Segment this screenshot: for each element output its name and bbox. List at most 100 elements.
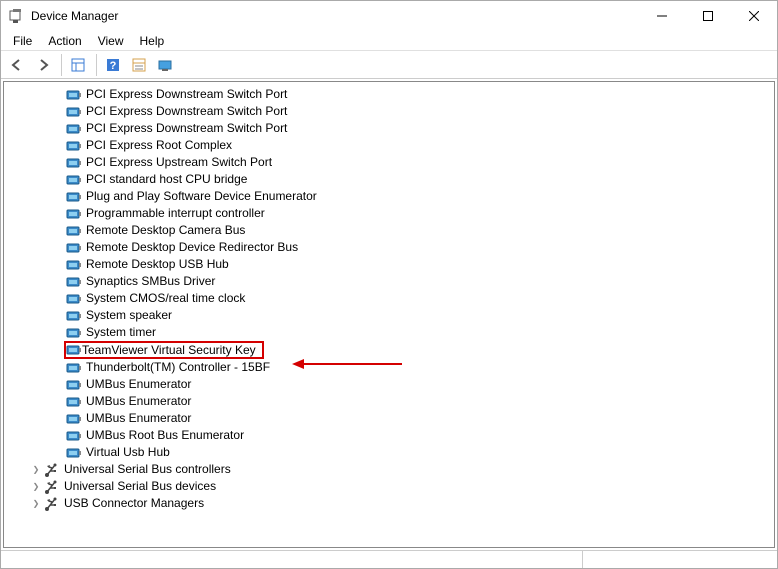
- scan-hardware-button[interactable]: [153, 53, 177, 77]
- usb-icon: [44, 479, 60, 495]
- device-icon: [66, 240, 82, 256]
- device-label: Programmable interrupt controller: [86, 205, 265, 222]
- device-row[interactable]: Remote Desktop Camera Bus: [4, 222, 774, 239]
- back-button[interactable]: [5, 53, 29, 77]
- help-button[interactable]: ?: [101, 53, 125, 77]
- statusbar: [1, 550, 777, 568]
- category-label: Universal Serial Bus controllers: [64, 461, 231, 478]
- device-label[interactable]: TeamViewer Virtual Security Key: [82, 343, 256, 357]
- device-row[interactable]: Programmable interrupt controller: [4, 205, 774, 222]
- maximize-button[interactable]: [685, 1, 731, 31]
- device-icon: [66, 155, 82, 171]
- device-icon: [66, 377, 82, 393]
- device-row[interactable]: PCI Express Downstream Switch Port: [4, 103, 774, 120]
- device-icon: [66, 308, 82, 324]
- device-label: PCI Express Downstream Switch Port: [86, 86, 287, 103]
- device-row[interactable]: PCI Express Downstream Switch Port: [4, 120, 774, 137]
- annotation-arrow: [292, 357, 402, 371]
- expand-icon[interactable]: ❯: [30, 461, 42, 478]
- device-icon: [66, 189, 82, 205]
- menu-help[interactable]: Help: [132, 32, 173, 50]
- menu-view[interactable]: View: [90, 32, 132, 50]
- usb-icon: [44, 496, 60, 512]
- device-label: Synaptics SMBus Driver: [86, 273, 215, 290]
- device-tree[interactable]: PCI Express Downstream Switch PortPCI Ex…: [3, 81, 775, 548]
- device-icon: [66, 87, 82, 103]
- device-icon: [66, 206, 82, 222]
- usb-icon: [44, 462, 60, 478]
- menu-action[interactable]: Action: [40, 32, 89, 50]
- device-label: Remote Desktop Device Redirector Bus: [86, 239, 298, 256]
- device-icon: [66, 291, 82, 307]
- toolbar: ?: [1, 51, 777, 79]
- expand-icon[interactable]: ❯: [30, 495, 42, 512]
- forward-button[interactable]: [31, 53, 55, 77]
- device-icon: [66, 138, 82, 154]
- device-row[interactable]: Synaptics SMBus Driver: [4, 273, 774, 290]
- device-icon: [66, 360, 82, 376]
- device-icon: [66, 223, 82, 239]
- app-icon: [9, 8, 25, 24]
- device-row[interactable]: UMBus Root Bus Enumerator: [4, 427, 774, 444]
- device-row[interactable]: UMBus Enumerator: [4, 410, 774, 427]
- category-row[interactable]: ❯ Universal Serial Bus devices: [4, 478, 774, 495]
- device-row[interactable]: System speaker: [4, 307, 774, 324]
- device-label: System timer: [86, 324, 156, 341]
- device-label: PCI Express Root Complex: [86, 137, 232, 154]
- device-row[interactable]: PCI standard host CPU bridge: [4, 171, 774, 188]
- properties-button[interactable]: [127, 53, 151, 77]
- device-row[interactable]: UMBus Enumerator: [4, 393, 774, 410]
- device-icon: [66, 342, 82, 358]
- device-icon: [66, 428, 82, 444]
- window-title: Device Manager: [31, 9, 639, 23]
- device-row[interactable]: Plug and Play Software Device Enumerator: [4, 188, 774, 205]
- device-icon: [66, 274, 82, 290]
- category-row[interactable]: ❯ Universal Serial Bus controllers: [4, 461, 774, 478]
- device-label: UMBus Enumerator: [86, 393, 191, 410]
- device-row[interactable]: System timer: [4, 324, 774, 341]
- toolbar-separator: [61, 54, 62, 76]
- show-hide-button[interactable]: [66, 53, 90, 77]
- titlebar: Device Manager: [1, 1, 777, 31]
- device-icon: [66, 325, 82, 341]
- minimize-button[interactable]: [639, 1, 685, 31]
- window-buttons: [639, 1, 777, 31]
- device-icon: [66, 445, 82, 461]
- menu-file[interactable]: File: [5, 32, 40, 50]
- device-row[interactable]: PCI Express Root Complex: [4, 137, 774, 154]
- device-label: PCI standard host CPU bridge: [86, 171, 247, 188]
- device-icon: [66, 411, 82, 427]
- device-row[interactable]: Remote Desktop Device Redirector Bus: [4, 239, 774, 256]
- device-row[interactable]: Virtual Usb Hub: [4, 444, 774, 461]
- device-row[interactable]: UMBus Enumerator: [4, 376, 774, 393]
- device-label: Virtual Usb Hub: [86, 444, 170, 461]
- menubar: File Action View Help: [1, 31, 777, 51]
- svg-text:?: ?: [110, 60, 117, 72]
- status-segment: [1, 551, 583, 568]
- device-icon: [66, 172, 82, 188]
- toolbar-separator: [96, 54, 97, 76]
- device-label: Thunderbolt(TM) Controller - 15BF: [86, 359, 270, 376]
- device-label: UMBus Enumerator: [86, 376, 191, 393]
- category-label: Universal Serial Bus devices: [64, 478, 216, 495]
- device-row[interactable]: System CMOS/real time clock: [4, 290, 774, 307]
- device-row[interactable]: PCI Express Upstream Switch Port: [4, 154, 774, 171]
- device-row[interactable]: PCI Express Downstream Switch Port: [4, 86, 774, 103]
- device-label: PCI Express Downstream Switch Port: [86, 103, 287, 120]
- device-label: Remote Desktop USB Hub: [86, 256, 229, 273]
- device-label: System speaker: [86, 307, 172, 324]
- device-icon: [66, 257, 82, 273]
- device-label: System CMOS/real time clock: [86, 290, 245, 307]
- device-label: PCI Express Downstream Switch Port: [86, 120, 287, 137]
- device-label: UMBus Root Bus Enumerator: [86, 427, 244, 444]
- device-row[interactable]: Remote Desktop USB Hub: [4, 256, 774, 273]
- device-label: UMBus Enumerator: [86, 410, 191, 427]
- close-button[interactable]: [731, 1, 777, 31]
- highlight-annotation: TeamViewer Virtual Security Key: [64, 341, 264, 359]
- status-segment: [583, 551, 777, 568]
- category-row[interactable]: ❯ USB Connector Managers: [4, 495, 774, 512]
- device-label: Plug and Play Software Device Enumerator: [86, 188, 317, 205]
- category-label: USB Connector Managers: [64, 495, 204, 512]
- device-icon: [66, 394, 82, 410]
- expand-icon[interactable]: ❯: [30, 478, 42, 495]
